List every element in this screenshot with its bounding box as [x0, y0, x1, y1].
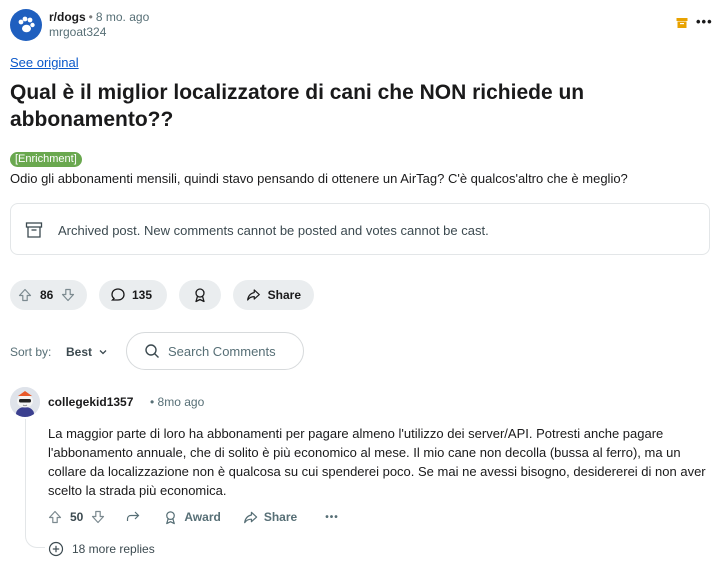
sort-by-label: Sort by: — [10, 345, 52, 359]
downvote-icon[interactable] — [61, 288, 75, 302]
meta-separator: • — [88, 10, 93, 24]
more-replies-button[interactable]: 18 more replies — [48, 541, 155, 557]
thread-elbow — [25, 530, 45, 548]
upvote-icon[interactable] — [18, 288, 32, 302]
comment-vote-bar: 50 — [48, 510, 105, 524]
comment-actions: 50 Award Share ••• — [48, 509, 339, 525]
post-body: Odio gli abbonamenti mensili, quindi sta… — [10, 171, 628, 186]
share-label: Share — [267, 288, 301, 302]
post-flair[interactable]: [Enrichment] — [10, 152, 82, 167]
plus-circle-icon — [48, 541, 64, 557]
sort-value: Best — [66, 345, 93, 359]
comment-meta: • 8mo ago — [150, 395, 204, 409]
comment-bubble-icon — [110, 288, 125, 301]
comment-share-button[interactable]: Share — [243, 510, 297, 525]
search-icon — [145, 344, 159, 358]
chevron-down-icon — [99, 350, 107, 355]
comment-age: 8mo ago — [157, 395, 205, 409]
archive-icon — [676, 18, 688, 28]
share-icon — [247, 289, 260, 301]
avatar[interactable] — [10, 387, 40, 417]
comment-count: 135 — [132, 288, 153, 302]
post-title: Qual è il miglior localizzatore di cani … — [10, 81, 585, 131]
more-replies-label: 18 more replies — [72, 542, 155, 556]
archived-notice: Archived post. New comments cannot be po… — [10, 203, 710, 255]
award-icon — [195, 288, 205, 303]
comment-award-label: Award — [184, 510, 221, 524]
subreddit-avatar[interactable] — [10, 9, 42, 41]
see-original-link[interactable]: See original — [10, 55, 79, 70]
share-button[interactable]: Share — [233, 280, 314, 310]
search-placeholder: Search Comments — [168, 343, 276, 359]
award-icon — [166, 510, 176, 524]
sort-dropdown[interactable]: Best — [66, 345, 108, 359]
archive-badge — [676, 16, 688, 34]
post-meta: r/dogs • 8 mo. ago — [49, 10, 149, 24]
search-comments-input[interactable]: Search Comments — [126, 332, 304, 370]
thread-line[interactable] — [25, 419, 26, 531]
more-options-button[interactable]: ••• — [696, 14, 713, 29]
upvote-icon[interactable] — [48, 510, 62, 524]
comment-author[interactable]: collegekid1357 — [48, 395, 133, 409]
downvote-icon[interactable] — [91, 510, 105, 524]
comment-body: La maggior parte di loro ha abbonamenti … — [48, 426, 706, 498]
vote-count: 86 — [40, 288, 54, 302]
post-age: 8 mo. ago — [95, 10, 150, 24]
post-author[interactable]: mrgoat324 — [49, 25, 106, 39]
archive-box-icon — [25, 222, 43, 238]
comments-button[interactable]: 135 — [99, 280, 167, 310]
subreddit-name[interactable]: r/dogs — [49, 10, 86, 24]
comment-separator: • — [150, 395, 155, 409]
comment-more-button[interactable]: ••• — [325, 512, 339, 523]
comment-award-button[interactable]: Award — [163, 510, 221, 525]
share-icon — [243, 511, 258, 523]
comment-vote-count: 50 — [70, 510, 84, 524]
snoo-avatar-icon — [10, 387, 40, 417]
archived-notice-text: Archived post. New comments cannot be po… — [58, 223, 489, 238]
vote-bar: 86 — [10, 280, 87, 310]
reply-button[interactable] — [125, 509, 141, 525]
comment-share-label: Share — [263, 510, 298, 524]
reply-icon — [127, 511, 140, 521]
award-button[interactable] — [179, 280, 221, 310]
paw-icon — [18, 16, 35, 33]
